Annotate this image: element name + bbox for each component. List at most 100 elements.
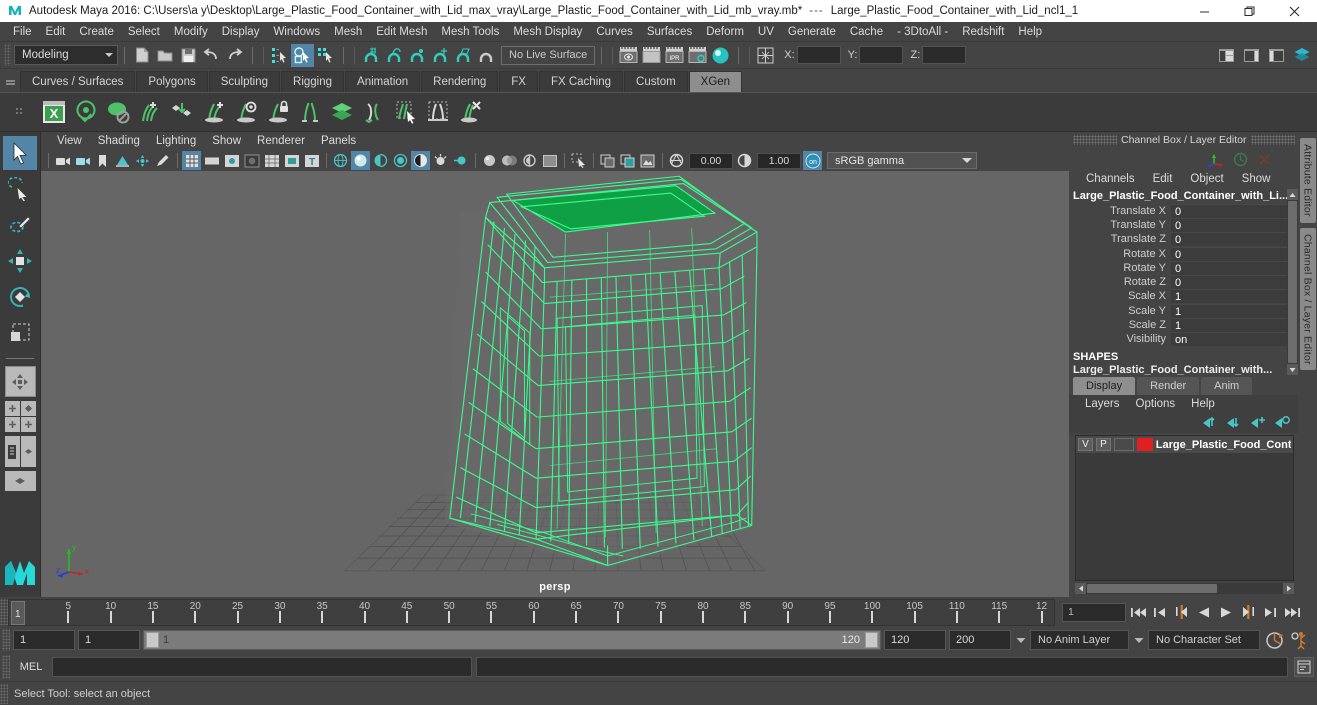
attribute-value[interactable]: 1	[1171, 318, 1287, 333]
menu-cache[interactable]: Cache	[843, 22, 890, 42]
color-profile-selector[interactable]: sRGB gamma	[827, 152, 977, 169]
new-layer-from-selected-icon[interactable]	[1273, 415, 1290, 432]
current-time-indicator[interactable]: 1	[11, 600, 25, 625]
viewport-menu-panels[interactable]: Panels	[313, 132, 364, 150]
select-by-hierarchy-button[interactable]	[268, 44, 291, 67]
hscroll-track[interactable]	[1218, 584, 1283, 593]
menu-file[interactable]: File	[6, 22, 39, 42]
gate-mask-icon[interactable]	[242, 151, 261, 170]
scroll-thumb[interactable]	[1288, 201, 1297, 363]
grid-icon[interactable]	[182, 151, 201, 170]
attribute-value[interactable]: 0	[1171, 246, 1287, 261]
xgen-groom-convert-icon[interactable]	[358, 95, 390, 129]
layer-color-swatch[interactable]	[1136, 438, 1153, 451]
status-line-gripper[interactable]	[4, 44, 11, 66]
script-editor-icon[interactable]	[1294, 657, 1314, 677]
channelbox-menu-edit[interactable]: Edit	[1144, 170, 1182, 189]
show-hide-channel-box-button[interactable]	[1290, 44, 1313, 67]
save-scene-button[interactable]	[177, 44, 200, 67]
animation-end-time-field[interactable]: 200	[949, 630, 1011, 650]
color-management-icon[interactable]: on	[803, 151, 822, 170]
toggle-input-output-button[interactable]	[754, 44, 777, 67]
menu-3dtoall[interactable]: - 3DtoAll -	[890, 22, 955, 42]
tab-display[interactable]: Display	[1073, 377, 1136, 395]
isolate-select-icon[interactable]	[480, 151, 499, 170]
z-coordinate-input[interactable]	[922, 46, 967, 64]
xgen-mirror-guide-icon[interactable]	[294, 95, 326, 129]
xgen-preview-guide-icon[interactable]	[230, 95, 262, 129]
layer-list-hscrollbar[interactable]	[1075, 583, 1294, 594]
select-camera-icon[interactable]	[53, 151, 72, 170]
rotate-tool-button[interactable]	[3, 280, 37, 314]
select-object-marquee-icon[interactable]	[569, 151, 588, 170]
shelf-tab-polygons[interactable]: Polygons	[136, 71, 208, 92]
xgen-import-archive-icon[interactable]	[166, 95, 198, 129]
shadows-icon[interactable]	[411, 151, 430, 170]
play-forwards-icon[interactable]	[1216, 603, 1236, 622]
xgen-clear-preview-icon[interactable]	[102, 95, 134, 129]
safe-title-icon[interactable]: T	[302, 151, 321, 170]
attribute-value[interactable]: 1	[1171, 289, 1287, 304]
screen-space-ao-icon[interactable]	[431, 151, 450, 170]
attribute-value[interactable]: 0	[1171, 275, 1287, 290]
xray-active-components-icon[interactable]	[540, 151, 559, 170]
move-tool-button[interactable]	[3, 244, 37, 278]
scale-tool-button[interactable]	[3, 316, 37, 350]
scroll-up-icon[interactable]	[1287, 189, 1298, 200]
menu-select[interactable]: Select	[121, 22, 167, 42]
scroll-down-icon[interactable]	[1287, 364, 1298, 375]
paint-select-tool-button[interactable]	[3, 208, 37, 242]
attribute-row-scale-x[interactable]: Scale X 1	[1069, 289, 1287, 304]
shelf-tab-rigging[interactable]: Rigging	[281, 71, 345, 92]
attribute-value[interactable]: 1	[1171, 303, 1287, 318]
menu-help[interactable]: Help	[1011, 22, 1049, 42]
panel-grip-right[interactable]	[1250, 135, 1295, 145]
snap-to-curves-button[interactable]	[382, 44, 405, 67]
snap-to-projected-center-button[interactable]	[428, 44, 451, 67]
show-hide-tool-settings-button[interactable]	[1265, 44, 1288, 67]
shelf-tab-rendering[interactable]: Rendering	[421, 71, 499, 92]
character-set-dropdown-button[interactable]	[1132, 630, 1145, 650]
layout-single-perspective-button[interactable]	[4, 366, 36, 397]
redo-previous-render-button[interactable]	[640, 44, 663, 67]
layer-menu-layers[interactable]: Layers	[1077, 395, 1128, 413]
xray-icon[interactable]	[500, 151, 519, 170]
new-layer-icon[interactable]	[1249, 415, 1266, 432]
layer-menu-help[interactable]: Help	[1183, 395, 1223, 413]
menu-deform[interactable]: Deform	[699, 22, 751, 42]
attribute-row-scale-z[interactable]: Scale Z 1	[1069, 318, 1287, 333]
shelf-menu-handle[interactable]	[4, 70, 16, 92]
layer-playback-toggle[interactable]: P	[1095, 438, 1111, 451]
viewport-menu-shading[interactable]: Shading	[90, 132, 148, 150]
exposure-value-field[interactable]: 0.00	[689, 152, 733, 169]
layout-two-pane-stacked-button[interactable]	[4, 471, 36, 491]
redo-button[interactable]	[223, 44, 246, 67]
attribute-value[interactable]: on	[1171, 332, 1287, 347]
snapshot-view-icon[interactable]	[638, 151, 657, 170]
select-tool-button[interactable]	[3, 136, 37, 170]
layout-four-view-button[interactable]	[4, 401, 36, 432]
menu-surfaces[interactable]: Surfaces	[640, 22, 699, 42]
shelf-tab-xgen[interactable]: XGen	[688, 71, 743, 92]
layer-visibility-toggle[interactable]: V	[1078, 438, 1093, 451]
grease-pencil-icon[interactable]	[153, 151, 172, 170]
step-back-keyframe-icon[interactable]	[1150, 603, 1170, 622]
xgen-add-guide-icon[interactable]	[198, 95, 230, 129]
anim-layer-dropdown-button[interactable]	[1014, 630, 1027, 650]
xgen-select-primitive-icon[interactable]	[390, 95, 422, 129]
open-scene-button[interactable]	[154, 44, 177, 67]
shelf-tab-fx[interactable]: FX	[499, 71, 538, 92]
go-to-end-icon[interactable]	[1282, 603, 1302, 622]
snap-to-grids-button[interactable]	[359, 44, 382, 67]
scroll-right-icon[interactable]	[1283, 583, 1294, 594]
layer-menu-options[interactable]: Options	[1128, 395, 1184, 413]
x-coordinate-input[interactable]	[796, 46, 841, 64]
attribute-value[interactable]: 0	[1171, 203, 1287, 218]
menu-windows[interactable]: Windows	[266, 22, 327, 42]
attribute-value[interactable]: 0	[1171, 260, 1287, 275]
menu-mesh-display[interactable]: Mesh Display	[506, 22, 589, 42]
field-chart-icon[interactable]	[262, 151, 281, 170]
attribute-row-translate-z[interactable]: Translate Z 0	[1069, 232, 1287, 247]
attribute-row-translate-y[interactable]: Translate Y 0	[1069, 217, 1287, 232]
command-input-field[interactable]	[52, 657, 472, 677]
